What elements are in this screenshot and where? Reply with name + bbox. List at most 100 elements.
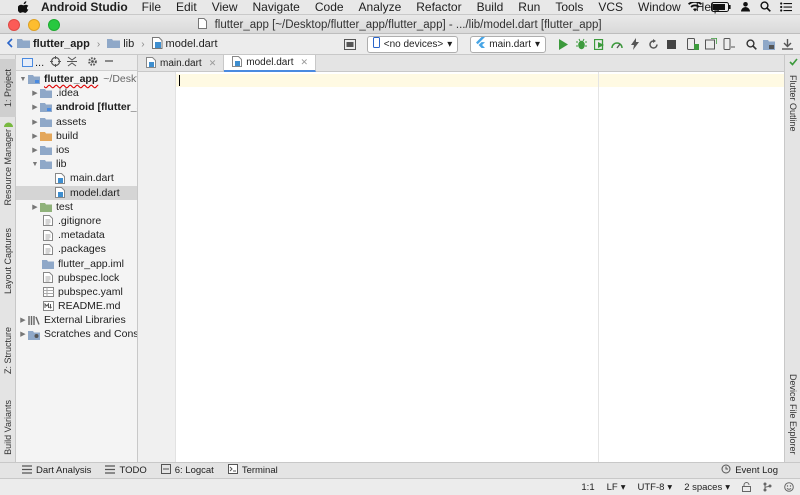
library-icon [28,315,40,326]
battery-icon[interactable] [711,1,731,15]
tree-item-assets[interactable]: ▶ assets [16,115,137,129]
collapsed-arrow-icon[interactable]: ▶ [30,203,40,211]
sdk-manager-icon[interactable] [341,35,359,53]
tab-project[interactable]: 1: Project [0,59,16,117]
hide-panel-icon[interactable] [104,56,114,69]
hot-reload-icon[interactable] [626,35,644,53]
debug-icon[interactable] [572,35,590,53]
menu-refactor[interactable]: Refactor [416,0,461,14]
search-icon[interactable] [742,35,760,53]
collapsed-arrow-icon[interactable]: ▶ [18,330,28,338]
tab-model-dart[interactable]: model.dart ✕ [224,55,317,72]
collapsed-arrow-icon[interactable]: ▶ [30,118,40,126]
wifi-icon[interactable] [688,0,702,15]
run-icon[interactable] [554,35,572,53]
tree-item-android[interactable]: ▶ android [flutter_a [16,100,137,114]
app-menu[interactable]: Android Studio [41,0,128,14]
tab-todo[interactable]: TODO [105,464,147,477]
tab-logcat[interactable]: 6: Logcat [160,464,214,477]
spotlight-icon[interactable] [760,0,771,15]
collapsed-arrow-icon[interactable]: ▶ [18,316,28,324]
tree-root[interactable]: ▼ flutter_app ~/Deskt [16,72,137,86]
tab-event-log[interactable]: Event Log [721,464,778,477]
run-with-coverage-icon[interactable] [590,35,608,53]
breadcrumb-project[interactable]: flutter_app [33,38,90,50]
tree-item-packages[interactable]: .packages [16,242,137,256]
menu-code[interactable]: Code [315,0,344,14]
tab-layout-captures[interactable]: Layout Captures [0,223,16,299]
project-structure-icon[interactable] [760,35,778,53]
tree-item-lib[interactable]: ▼ lib [16,157,137,171]
tree-item-build[interactable]: ▶ build [16,129,137,143]
tree-item-gitignore[interactable]: .gitignore [16,214,137,228]
tree-item-pubspec-lock[interactable]: pubspec.lock [16,271,137,285]
hot-restart-icon[interactable] [644,35,662,53]
sync-project-icon[interactable] [702,35,720,53]
tab-label: main.dart [160,58,202,69]
collapsed-arrow-icon[interactable]: ▶ [30,89,40,97]
gear-icon[interactable] [87,56,98,70]
notification-center-icon[interactable] [780,1,792,15]
tab-build-variants[interactable]: Build Variants [0,395,16,459]
menu-analyze[interactable]: Analyze [359,0,402,14]
avd-manager-icon[interactable] [684,35,702,53]
close-icon[interactable]: ✕ [209,58,217,69]
line-separator[interactable]: LF ▾ [607,482,626,493]
device-manager-icon[interactable] [720,35,738,53]
tab-dart-analysis[interactable]: Dart Analysis [22,464,91,477]
expanded-arrow-icon[interactable]: ▼ [30,161,40,168]
tree-item-main-dart[interactable]: main.dart [16,171,137,185]
collapsed-arrow-icon[interactable]: ▶ [30,146,40,154]
tree-item-test[interactable]: ▶ test [16,200,137,214]
back-arrow-icon[interactable] [6,37,14,51]
menu-window[interactable]: Window [638,0,681,14]
breadcrumb-lib[interactable]: lib [123,38,134,50]
menu-vcs[interactable]: VCS [598,0,623,14]
device-selector[interactable]: <no devices> ▾ [366,35,459,53]
menu-run[interactable]: Run [518,0,540,14]
tab-terminal[interactable]: Terminal [227,464,278,477]
inspector-face-icon[interactable] [784,482,794,492]
project-view-selector[interactable]: ... [22,57,44,69]
breadcrumb-file[interactable]: model.dart [166,38,218,50]
stop-icon[interactable] [662,35,680,53]
caret-position[interactable]: 1:1 [581,482,594,493]
menu-tools[interactable]: Tools [555,0,583,14]
collapsed-arrow-icon[interactable]: ▶ [30,132,40,140]
menu-navigate[interactable]: Navigate [252,0,299,14]
git-icon[interactable] [763,482,772,492]
tree-item-metadata[interactable]: .metadata [16,228,137,242]
file-encoding[interactable]: UTF-8 ▾ [637,482,672,493]
menu-view[interactable]: View [212,0,238,14]
tree-item-ios[interactable]: ▶ ios [16,143,137,157]
menu-file[interactable]: File [142,0,161,14]
code-editor[interactable] [176,72,784,462]
lock-icon[interactable] [742,482,751,492]
tree-item-readme[interactable]: README.md [16,299,137,313]
sdk-download-icon[interactable] [778,35,796,53]
tree-item-iml[interactable]: flutter_app.iml [16,256,137,270]
user-icon[interactable] [740,1,751,15]
expanded-arrow-icon[interactable]: ▼ [18,76,28,83]
tree-item-idea[interactable]: ▶ . idea [16,86,137,100]
locate-file-icon[interactable] [50,55,62,70]
test-folder-icon [40,202,52,212]
indent-setting[interactable]: 2 spaces ▾ [684,482,730,493]
tab-structure[interactable]: Z: Structure [0,319,16,383]
profile-icon[interactable] [608,35,626,53]
collapsed-arrow-icon[interactable]: ▶ [30,103,40,111]
run-configuration-selector[interactable]: main.dart ▾ [470,35,546,53]
menu-edit[interactable]: Edit [176,0,197,14]
close-icon[interactable]: ✕ [300,57,308,68]
apple-icon[interactable] [15,1,31,13]
tab-resource-manager[interactable]: Resource Manager [0,125,16,209]
menu-build[interactable]: Build [477,0,504,14]
tab-device-file-explorer[interactable]: Device File Explorer [785,371,800,457]
tree-item-model-dart[interactable]: model.dart [16,185,137,200]
collapse-all-icon[interactable] [67,56,78,70]
tree-item-scratches[interactable]: ▶ Scratches and Cons [16,327,137,341]
tab-flutter-outline[interactable]: Flutter Outline [785,73,800,133]
tree-item-external-libraries[interactable]: ▶ External Libraries [16,313,137,327]
tab-main-dart[interactable]: main.dart ✕ [138,55,225,72]
tree-item-pubspec-yaml[interactable]: pubspec.yaml [16,285,137,299]
